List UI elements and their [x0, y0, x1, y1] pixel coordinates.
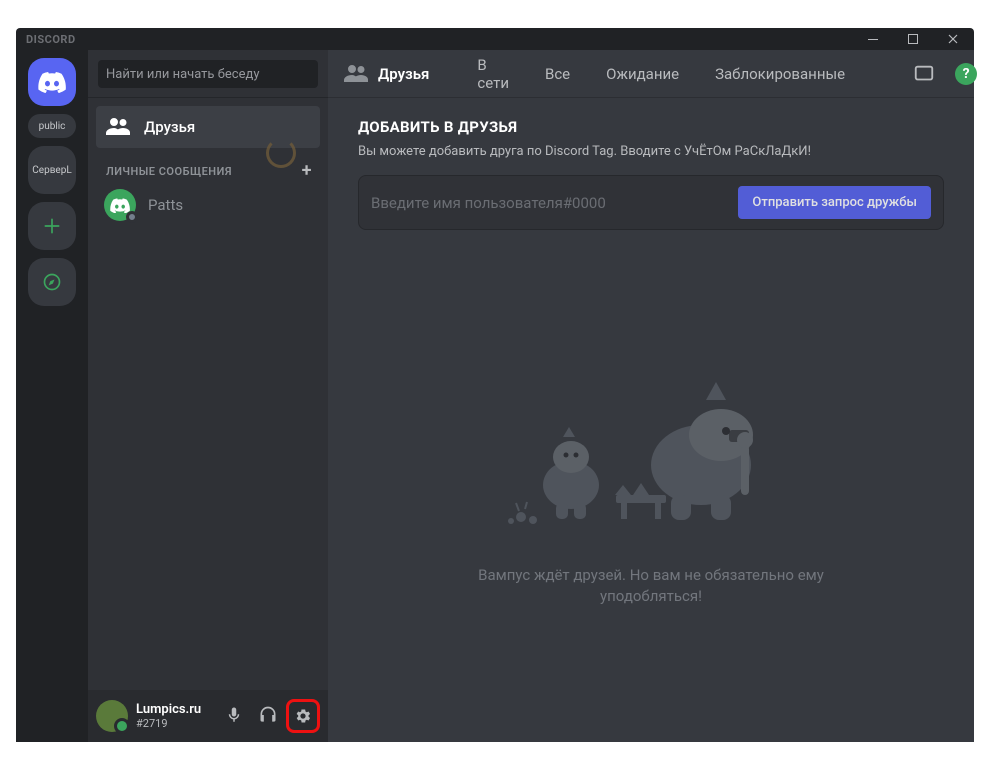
- dm-item[interactable]: Patts: [96, 184, 320, 226]
- explore-servers-button[interactable]: [28, 258, 76, 306]
- tab-online[interactable]: В сети: [469, 54, 517, 94]
- server-public[interactable]: public: [28, 114, 76, 138]
- minimize-button[interactable]: [862, 30, 884, 48]
- channel-sidebar: Найти или начать беседу Друзья ЛИЧНЫЕ СО…: [88, 50, 328, 742]
- add-friend-row: Отправить запрос дружбы: [358, 175, 944, 230]
- gear-icon: [294, 707, 312, 725]
- deafen-button[interactable]: [252, 699, 284, 731]
- settings-highlight: [286, 699, 320, 733]
- tab-pending[interactable]: Ожидание: [598, 63, 687, 85]
- find-conversation-button[interactable]: Найти или начать беседу: [98, 60, 318, 88]
- help-icon: ?: [955, 63, 977, 85]
- user-avatar[interactable]: [96, 700, 128, 732]
- maximize-button[interactable]: [902, 30, 924, 48]
- friends-icon: [344, 64, 368, 84]
- friends-icon: [106, 117, 130, 137]
- tab-blocked[interactable]: Заблокированные: [707, 63, 853, 85]
- titlebar: DISCORD: [16, 28, 974, 50]
- user-info[interactable]: Lumpics.ru #2719: [136, 702, 210, 730]
- server-item[interactable]: СерверL: [28, 146, 76, 194]
- topbar: Друзья В сети Все Ожидание Заблокированн…: [328, 50, 974, 98]
- plus-icon: [42, 216, 62, 236]
- home-button[interactable]: [28, 58, 76, 106]
- app-name: DISCORD: [26, 33, 76, 46]
- dm-header: ЛИЧНЫЕ СООБЩЕНИЯ: [106, 165, 232, 178]
- close-button[interactable]: [942, 30, 964, 48]
- user-name: Lumpics.ru: [136, 702, 210, 717]
- loading-spinner-icon: [266, 138, 296, 168]
- mute-button[interactable]: [218, 699, 250, 731]
- help-button[interactable]: ?: [955, 63, 977, 85]
- user-tag: #2719: [136, 717, 210, 730]
- server-list: public СерверL: [16, 50, 88, 742]
- compass-icon: [42, 272, 62, 292]
- friends-nav-label: Друзья: [144, 118, 195, 136]
- add-friend-subtitle: Вы можете добавить друга по Discord Tag.…: [358, 144, 944, 159]
- avatar: [104, 189, 136, 221]
- app-window: DISCORD public СерверL Найти или начать …: [16, 28, 974, 742]
- discord-logo-icon: [38, 71, 66, 93]
- status-offline-icon: [126, 211, 138, 223]
- add-friend-input[interactable]: [371, 194, 726, 212]
- user-settings-button[interactable]: [290, 703, 316, 729]
- create-dm-button[interactable]: +: [302, 162, 312, 180]
- chat-icon: [913, 63, 935, 85]
- microphone-icon: [225, 706, 243, 724]
- empty-state-text: Вампус ждёт друзей. Но вам не обязательн…: [441, 565, 861, 607]
- add-friend-title: ДОБАВИТЬ В ДРУЗЬЯ: [358, 118, 944, 136]
- user-panel: Lumpics.ru #2719: [88, 690, 328, 742]
- tab-all[interactable]: Все: [537, 63, 578, 85]
- wumpus-empty-icon: [471, 345, 831, 545]
- headphones-icon: [258, 705, 278, 725]
- dm-name: Patts: [148, 196, 183, 214]
- discord-logo-icon: [110, 198, 130, 213]
- main-content: Друзья В сети Все Ожидание Заблокированн…: [328, 50, 974, 742]
- send-friend-request-button[interactable]: Отправить запрос дружбы: [738, 186, 931, 219]
- new-group-dm-button[interactable]: [913, 63, 935, 85]
- add-server-button[interactable]: [28, 202, 76, 250]
- topbar-title: Друзья: [344, 64, 429, 84]
